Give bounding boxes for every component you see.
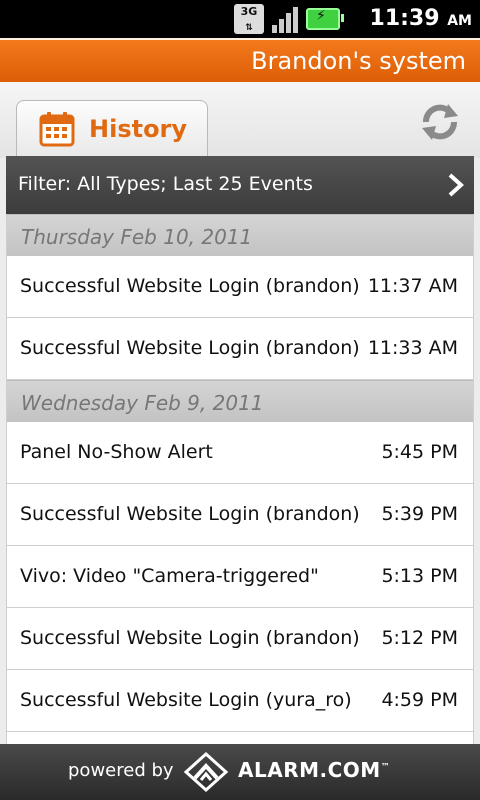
title-bar: Brandon's system [0, 38, 480, 82]
event-row[interactable]: Successful Website Login (yura_ro) 4:59 … [7, 670, 473, 732]
event-time: 5:12 PM [381, 627, 458, 649]
event-list[interactable]: Thursday Feb 10, 2011 Successful Website… [6, 214, 474, 744]
calendar-icon [39, 112, 75, 147]
status-time: 11:39 AM [369, 6, 472, 31]
3g-icon: 3G ⇅ [234, 4, 264, 34]
signal-icon [272, 5, 298, 33]
event-row[interactable]: Successful Website Login (brandon) 5:39 … [7, 484, 473, 546]
event-name: Successful Website Login (brandon) [20, 275, 360, 297]
event-name: Successful Website Login (brandon) [20, 503, 360, 525]
event-name: Successful Website Login (brandon) [20, 627, 360, 649]
event-time: 5:39 PM [381, 503, 458, 525]
event-row[interactable]: Successful Website Login (brandon) 5:12 … [7, 608, 473, 670]
chevron-right-icon [448, 173, 464, 197]
brand-name: ALARM.COM™ [238, 758, 391, 782]
filter-bar[interactable]: Filter: All Types; Last 25 Events [6, 156, 474, 214]
filter-label: Filter: All Types; Last 25 Events [18, 173, 313, 195]
event-time: 5:13 PM [381, 565, 458, 587]
event-time: 4:59 PM [381, 689, 458, 711]
tab-history[interactable]: History [16, 100, 208, 158]
event-name: Vivo: Video "Camera-triggered" [20, 565, 319, 587]
event-time: 11:33 AM [367, 337, 458, 359]
event-row[interactable]: Vivo: Video "Camera-triggered" 5:13 PM [7, 546, 473, 608]
status-bar: 3G ⇅ ⚡ 11:39 AM [0, 0, 480, 38]
event-row[interactable]: Successful Website Login (brandon) 11:33… [7, 318, 473, 380]
event-time: 5:45 PM [381, 441, 458, 463]
event-row[interactable]: Successful Website Login (brandon) 11:37… [7, 256, 473, 318]
date-group-header: Thursday Feb 10, 2011 [7, 214, 473, 256]
network-type: 3G [240, 5, 258, 18]
event-row[interactable]: Panel No-Show Alert 5:45 PM [7, 422, 473, 484]
refresh-icon[interactable] [418, 100, 462, 144]
tab-history-label: History [89, 115, 188, 143]
date-group-header: Wednesday Feb 9, 2011 [7, 380, 473, 422]
status-icons: 3G ⇅ ⚡ [234, 4, 344, 34]
event-time: 11:37 AM [367, 275, 458, 297]
system-title: Brandon's system [251, 47, 466, 75]
battery-charging-icon: ⚡ [306, 8, 344, 30]
powered-by-label: powered by [68, 760, 174, 781]
event-name: Panel No-Show Alert [20, 441, 213, 463]
event-name: Successful Website Login (brandon) [20, 337, 360, 359]
footer-bar: powered by ALARM.COM™ [0, 744, 480, 800]
tab-header: History [0, 82, 480, 158]
event-name: Successful Website Login (yura_ro) [20, 689, 352, 711]
alarm-logo-icon [183, 752, 229, 792]
